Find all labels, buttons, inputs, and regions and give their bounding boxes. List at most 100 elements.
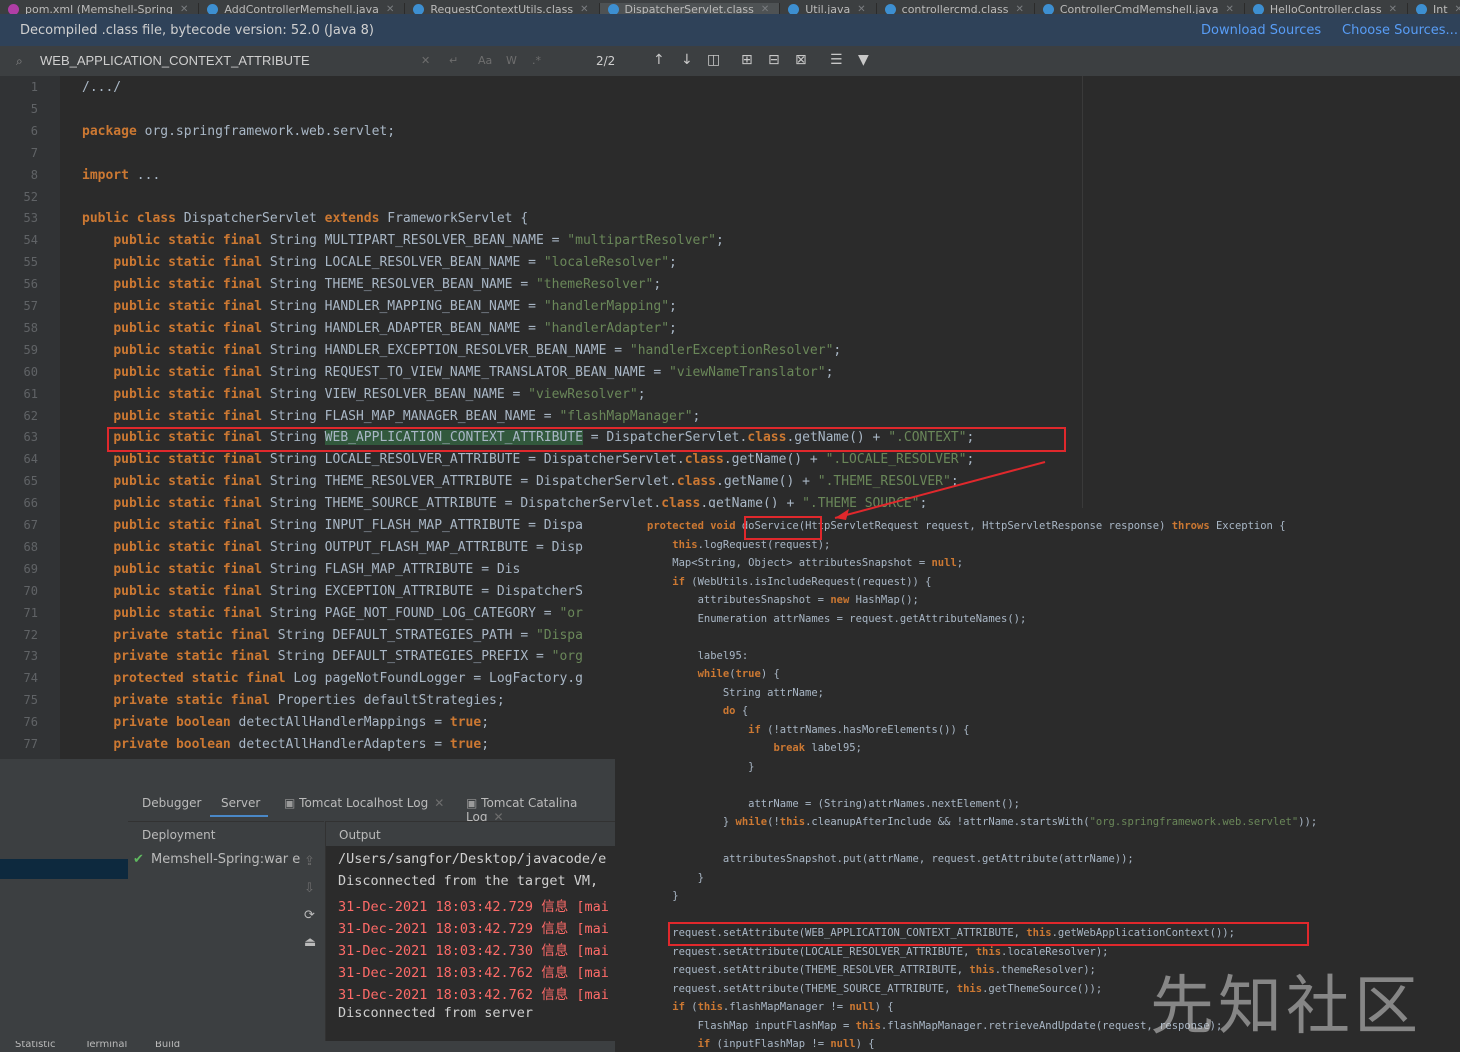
overlay-code-line: } <box>647 871 704 884</box>
decompiled-banner: Decompiled .class file, bytecode version… <box>0 14 1460 46</box>
search-input[interactable]: WEB_APPLICATION_CONTEXT_ATTRIBUTE <box>40 53 410 68</box>
close-tab-icon[interactable]: ✕ <box>1455 3 1460 15</box>
close-icon[interactable]: ✕ <box>434 796 444 810</box>
code-line: private boolean detectAllHandlerMappings… <box>113 715 490 731</box>
filter-settings-icon[interactable]: ☰ <box>830 52 843 68</box>
editor-tab[interactable]: pom.xml (Memshell-Spring ✕ <box>0 2 200 15</box>
line-number: 71 <box>23 605 38 620</box>
editor-tab[interactable]: DispatcherServlet.class ✕ <box>599 2 781 15</box>
close-tab-icon[interactable]: ✕ <box>761 3 769 15</box>
overlay-code-line: attributesSnapshot.put(attrName, request… <box>647 853 1134 865</box>
close-tab-icon[interactable]: ✕ <box>386 3 394 15</box>
line-number: 66 <box>23 496 38 511</box>
tab-debugger[interactable]: Debugger <box>142 796 201 810</box>
editor-tab[interactable]: ControllerCmdMemshell.java ✕ <box>1035 2 1245 15</box>
close-tab-icon[interactable]: ✕ <box>180 3 188 15</box>
remove-selection-icon[interactable]: ⊟ <box>768 52 780 68</box>
deployment-list: ✔ Memshell-Spring:war e ⇪ ⇩ ⟳ ⏏ <box>128 845 324 1052</box>
editor-tab-label: Util.java <box>805 2 851 15</box>
deployment-item[interactable]: Memshell-Spring:war e <box>151 852 300 867</box>
annotation-arrow <box>834 461 1046 520</box>
line-number: 8 <box>30 167 38 182</box>
deploy-icon[interactable]: ⇪ <box>304 854 315 869</box>
editor-tab-label: HelloController.class <box>1269 2 1382 15</box>
regex-toggle[interactable]: .* <box>532 54 541 67</box>
code-line: public static final String REQUEST_TO_VI… <box>113 364 834 380</box>
code-line: public class DispatcherServlet extends F… <box>82 211 529 227</box>
output-line: Disconnected from the target VM, <box>338 873 599 889</box>
previous-occurrence-icon[interactable]: ↑ <box>653 52 665 68</box>
code-line: import ... <box>82 167 161 183</box>
code-line: public static final String HANDLER_ADAPT… <box>113 320 677 336</box>
undeploy-icon[interactable]: ⇩ <box>304 881 315 896</box>
add-selection-icon[interactable]: ⊞ <box>741 52 753 68</box>
line-number: 60 <box>23 364 38 379</box>
editor-tab[interactable]: Util.java ✕ <box>780 2 877 15</box>
redeploy-icon[interactable]: ⏏ <box>304 935 316 950</box>
newline-icon[interactable]: ↵ <box>449 54 458 67</box>
file-icon <box>1416 4 1428 14</box>
bottom-bar-item[interactable]: Build <box>155 1041 180 1050</box>
close-tab-icon[interactable]: ✕ <box>857 3 865 15</box>
overlay-code-line: if (!attrNames.hasMoreElements()) { <box>748 723 970 736</box>
words-toggle[interactable]: W <box>506 54 517 67</box>
next-occurrence-icon[interactable]: ↓ <box>681 52 693 68</box>
tab-server[interactable]: Server <box>221 796 260 810</box>
code-line: package org.springframework.web.servlet; <box>82 123 396 139</box>
line-number: 65 <box>23 474 38 489</box>
editor-tab-label: Int <box>1433 2 1448 15</box>
editor-tab[interactable]: Int ✕ <box>1408 2 1460 15</box>
code-line: public static final String THEME_RESOLVE… <box>113 277 662 293</box>
console-icon: ▣ <box>284 796 300 810</box>
refresh-icon[interactable]: ⟳ <box>304 908 315 923</box>
highlight-box-setattribute <box>668 922 1309 946</box>
overlay-code-line: label95: <box>647 649 749 662</box>
code-line: public static final String MULTIPART_RES… <box>113 233 724 249</box>
overlay-code-line: Map<String, Object> attributesSnapshot =… <box>647 557 964 569</box>
editor-tab-label: RequestContextUtils.class <box>430 2 574 15</box>
bottom-tool-bar: Statistic Terminal Build <box>0 1041 615 1052</box>
code-line: private static final String DEFAULT_STRA… <box>113 649 583 665</box>
close-tab-icon[interactable]: ✕ <box>1389 3 1397 15</box>
download-sources-link[interactable]: Download Sources <box>1201 23 1321 38</box>
tab-tomcat-localhost-log[interactable]: ▣ Tomcat Localhost Log ✕ <box>284 796 444 810</box>
code-line: public static final String FLASH_MAP_MAN… <box>113 408 701 424</box>
choose-sources-link[interactable]: Choose Sources... <box>1342 23 1458 38</box>
filter-icon[interactable]: ▼ <box>858 52 869 68</box>
overlay-code-line: attributesSnapshot = new HashMap(); <box>647 594 919 606</box>
overlay-code-line: request.setAttribute(THEME_SOURCE_ATTRIB… <box>647 982 1103 995</box>
editor-tab[interactable]: HelloController.class ✕ <box>1245 2 1409 15</box>
output-line: 31-Dec-2021 18:03:42.729 信息 [mai <box>338 899 609 915</box>
file-icon <box>8 4 19 14</box>
overlay-code-line: if (WebUtils.isIncludeRequest(request)) … <box>672 575 932 588</box>
exclude-selection-icon[interactable]: ⊠ <box>795 52 807 68</box>
active-tab-underline <box>210 815 268 817</box>
tab-tomcat-catalina-log[interactable]: ▣ Tomcat Catalina Log ✕ <box>466 796 615 824</box>
line-number: 7 <box>30 145 38 160</box>
bottom-bar-item[interactable]: Terminal <box>85 1041 127 1050</box>
file-icon <box>207 4 219 14</box>
find-bar: ⌕ WEB_APPLICATION_CONTEXT_ATTRIBUTE ✕ ↵ … <box>0 46 1460 77</box>
close-tab-icon[interactable]: ✕ <box>1225 3 1233 15</box>
editor-tab[interactable]: AddControllerMemshell.java ✕ <box>199 2 406 15</box>
line-number: 53 <box>23 211 38 226</box>
close-tab-icon[interactable]: ✕ <box>1015 3 1023 15</box>
editor-tab[interactable]: controllercmd.class ✕ <box>877 2 1035 15</box>
clear-search-icon[interactable]: ✕ <box>421 54 430 67</box>
overlay-code-line: request.setAttribute(THEME_RESOLVER_ATTR… <box>647 964 1096 976</box>
line-number: 61 <box>23 386 38 401</box>
search-icon[interactable]: ⌕ <box>16 54 23 69</box>
match-count: 2/2 <box>596 54 616 68</box>
line-number-gutter: 1 5 6 7 8 52 53 54 55 56 57 58 59 60 61 62 63 64 65 66 67 68 6… <box>0 76 60 759</box>
line-number: 57 <box>23 299 38 313</box>
close-tab-icon[interactable]: ✕ <box>580 3 588 15</box>
line-number: 67 <box>23 518 38 532</box>
bottom-bar-item[interactable]: Statistic <box>15 1041 56 1050</box>
editor-tab[interactable]: RequestContextUtils.class ✕ <box>405 2 600 15</box>
line-number: 63 <box>23 430 38 445</box>
watermark: 先知社区 <box>1150 970 1422 1044</box>
match-case-toggle[interactable]: Aa <box>478 54 492 67</box>
line-number: 74 <box>23 671 38 686</box>
select-all-occurrences-icon[interactable]: ◫ <box>707 52 720 68</box>
code-line: public static final String HANDLER_EXCEP… <box>113 342 842 358</box>
